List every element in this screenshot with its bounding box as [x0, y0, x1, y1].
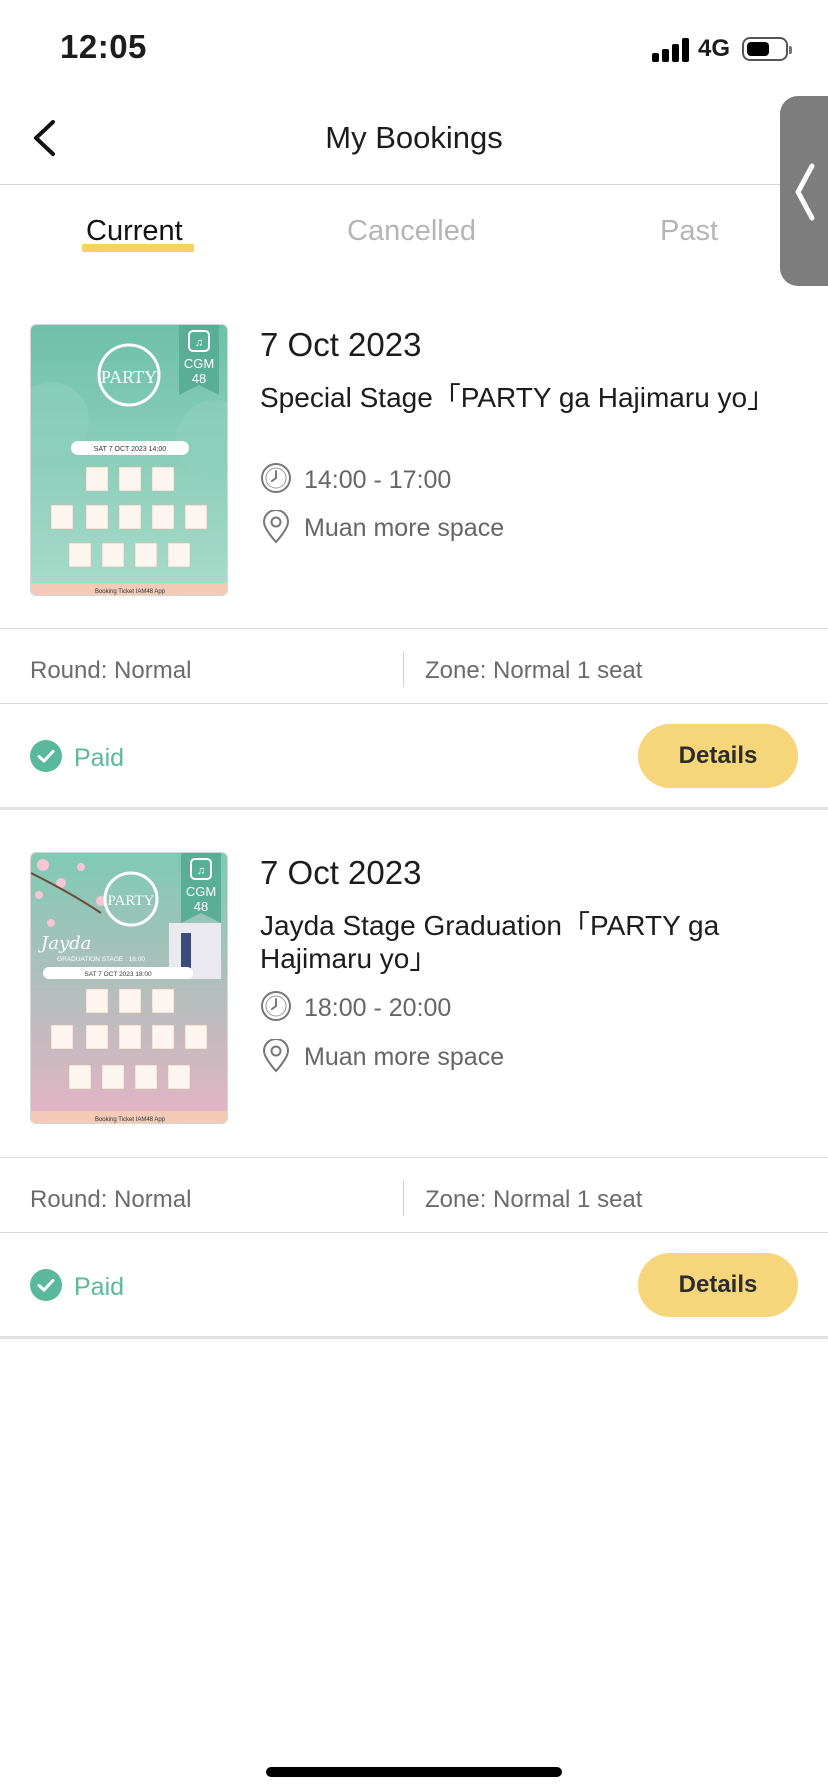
event-venue-text: Muan more space [304, 514, 505, 542]
svg-text:48: 48 [192, 371, 206, 386]
event-time-text: 14:00 - 17:00 [304, 466, 452, 494]
divider [0, 1232, 828, 1233]
card-separator [0, 807, 828, 810]
event-title: Jayda Stage Graduation「PARTY ga Hajimaru… [260, 910, 720, 974]
location-pin-icon [262, 510, 290, 544]
booking-info-row: Round: Normal Zone: Normal 1 seat [0, 633, 828, 703]
zone-label: Zone: Normal 1 seat [425, 657, 643, 684]
svg-text:Booking Ticket IAM48 App: Booking Ticket IAM48 App [95, 589, 166, 595]
divider [0, 703, 828, 704]
event-date: 7 Oct 2023 [260, 854, 422, 891]
page-title: My Bookings [325, 120, 503, 155]
clock-icon [261, 463, 291, 493]
check-circle-icon [30, 1269, 62, 1301]
card-separator [0, 1336, 828, 1339]
svg-text:48: 48 [194, 899, 208, 914]
status-bar: 12:05 4G [0, 0, 828, 90]
svg-text:Jayda: Jayda [37, 933, 91, 954]
booking-info-row: Round: Normal Zone: Normal 1 seat [0, 1162, 828, 1232]
status-time: 12:05 [60, 28, 147, 65]
svg-text:♫: ♫ [195, 337, 203, 349]
nav-bar: My Bookings [0, 90, 828, 185]
tab-cancelled[interactable]: Cancelled [347, 215, 476, 248]
event-poster[interactable]: ♫ CGM 48 PARTY SAT 7 OCT 2023 14:00 Book… [30, 324, 228, 596]
info-separator [403, 651, 404, 687]
zone-label: Zone: Normal 1 seat [425, 1186, 643, 1213]
svg-text:♫: ♫ [197, 865, 205, 877]
details-button[interactable]: Details [638, 1253, 798, 1317]
round-label: Round: Normal [30, 1186, 192, 1213]
event-date: 7 Oct 2023 [260, 326, 422, 363]
tab-past[interactable]: Past [660, 215, 718, 248]
booking-tabs: Current Cancelled Past [0, 185, 828, 271]
round-label: Round: Normal [30, 657, 192, 684]
svg-text:PARTY: PARTY [101, 367, 157, 387]
battery-icon [742, 37, 792, 61]
event-title: Special Stage「PARTY ga Hajimaru yo」 [260, 382, 776, 413]
event-time-text: 18:00 - 20:00 [304, 994, 452, 1022]
svg-text:PARTY: PARTY [108, 893, 155, 909]
info-separator [403, 1180, 404, 1216]
payment-status-text: Paid [74, 1273, 125, 1301]
active-tab-indicator [82, 244, 194, 252]
location-pin-icon [262, 1039, 290, 1073]
svg-text:SAT 7 OCT 2023 14:00: SAT 7 OCT 2023 14:00 [94, 446, 166, 453]
event-venue-text: Muan more space [304, 1043, 505, 1071]
divider [0, 1157, 828, 1158]
event-poster[interactable]: ♫ CGM 48 PARTY Jayda GRADUATION STAGE : … [30, 852, 228, 1124]
details-button[interactable]: Details [638, 724, 798, 788]
network-type: 4G [698, 35, 731, 62]
svg-text:CGM: CGM [184, 356, 214, 371]
check-circle-icon [30, 740, 62, 772]
svg-text:GRADUATION STAGE : 18:00: GRADUATION STAGE : 18:00 [57, 956, 145, 963]
payment-status-text: Paid [74, 744, 125, 772]
svg-text:CGM: CGM [186, 884, 216, 899]
divider [0, 628, 828, 629]
clock-icon [261, 991, 291, 1021]
home-indicator[interactable] [266, 1767, 562, 1777]
svg-text:SAT 7 OCT 2023 18:00: SAT 7 OCT 2023 18:00 [84, 971, 152, 978]
svg-text:Booking Ticket IAM48 App: Booking Ticket IAM48 App [95, 1117, 166, 1123]
